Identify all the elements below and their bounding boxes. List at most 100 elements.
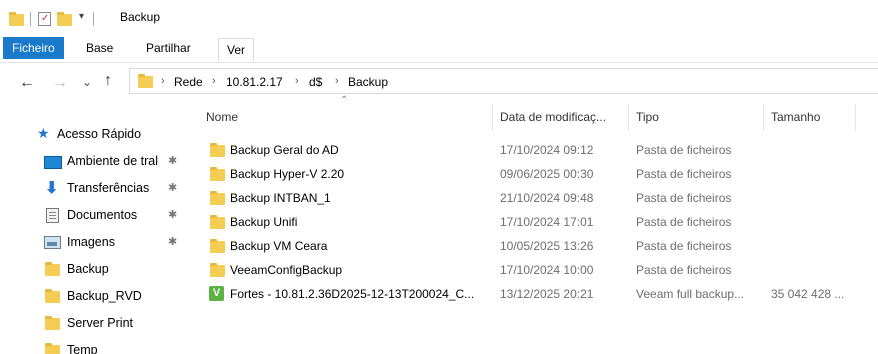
file-date: 17/10/2024 09:12 xyxy=(500,143,594,157)
back-arrow-icon[interactable]: ← xyxy=(19,74,35,92)
column-divider[interactable] xyxy=(855,104,856,131)
documents-icon xyxy=(46,208,59,223)
sidebar-item-backup[interactable]: Backup xyxy=(0,257,195,281)
sidebar-item-label: Ambiente de tral xyxy=(67,154,159,168)
table-row[interactable]: Backup Hyper-V 2.20 09/06/2025 00:30 Pas… xyxy=(205,162,865,186)
sidebar-item-label: Transferências xyxy=(67,181,150,195)
title-bar: ✓ ▾ Backup xyxy=(0,0,878,34)
folder-icon xyxy=(210,167,225,181)
sort-ascending-icon: ⌃ xyxy=(340,95,349,106)
tab-share[interactable]: Partilhar xyxy=(138,37,199,59)
file-date: 10/05/2025 13:26 xyxy=(500,239,594,253)
sidebar-item-label: Documentos xyxy=(67,208,138,222)
breadcrumb-separator-icon[interactable]: › xyxy=(295,75,299,87)
navigation-pane: ★ Acesso Rápido Ambiente de tral ✱ ⬇ Tra… xyxy=(0,96,195,354)
column-divider[interactable] xyxy=(628,104,629,131)
sidebar-item-label: Backup xyxy=(67,262,109,276)
breadcrumb-rede[interactable]: Rede xyxy=(174,75,203,89)
sidebar-item-quick-access[interactable]: ★ Acesso Rápido xyxy=(0,122,195,146)
tab-view[interactable]: Ver xyxy=(218,38,255,61)
pin-icon: ✱ xyxy=(168,182,178,194)
sidebar-item-label: Imagens xyxy=(67,235,115,249)
new-folder-icon[interactable] xyxy=(57,12,72,26)
forward-arrow-icon[interactable]: → xyxy=(52,74,68,92)
pin-icon: ✱ xyxy=(168,209,178,221)
file-type: Veeam full backup... xyxy=(636,287,745,301)
sidebar-item-backup-rvd[interactable]: Backup_RVD xyxy=(0,284,195,308)
file-name: Backup INTBAN_1 xyxy=(230,191,331,205)
folder-icon xyxy=(45,316,60,330)
sidebar-item-temp[interactable]: Temp xyxy=(0,338,195,354)
file-type: Pasta de ficheiros xyxy=(636,263,732,277)
table-row[interactable]: Backup Unifi 17/10/2024 17:01 Pasta de f… xyxy=(205,210,865,234)
folder-icon xyxy=(210,263,225,277)
up-arrow-icon[interactable]: ↑ xyxy=(104,72,112,90)
recent-locations-chevron-icon[interactable]: ⌄ xyxy=(82,75,92,89)
sidebar-item-label: Server Print xyxy=(67,316,133,330)
file-name: VeeamConfigBackup xyxy=(230,263,343,277)
file-date: 13/12/2025 20:21 xyxy=(500,287,594,301)
column-header-type[interactable]: Tipo xyxy=(636,110,659,124)
folder-icon xyxy=(210,239,225,253)
file-type: Pasta de ficheiros xyxy=(636,167,732,181)
file-date: 21/10/2024 09:48 xyxy=(500,191,594,205)
folder-icon xyxy=(45,343,60,354)
sidebar-item-server-print[interactable]: Server Print xyxy=(0,311,195,335)
window-title: Backup xyxy=(120,10,161,24)
sidebar-item-label: Temp xyxy=(67,343,98,354)
file-type: Pasta de ficheiros xyxy=(636,143,732,157)
folder-icon xyxy=(210,143,225,157)
sidebar-item-downloads[interactable]: ⬇ Transferências ✱ xyxy=(0,176,195,200)
folder-icon xyxy=(138,74,153,88)
file-date: 17/10/2024 10:00 xyxy=(500,263,594,277)
folder-icon xyxy=(9,12,24,26)
file-size: 35 042 428 ... xyxy=(771,287,845,301)
table-row[interactable]: VeeamConfigBackup 17/10/2024 10:00 Pasta… xyxy=(205,258,865,282)
file-type: Pasta de ficheiros xyxy=(636,239,732,253)
table-row[interactable]: Backup Geral do AD 17/10/2024 09:12 Past… xyxy=(205,138,865,162)
separator xyxy=(93,12,94,26)
column-divider[interactable] xyxy=(763,104,764,131)
table-row[interactable]: Backup INTBAN_1 21/10/2024 09:48 Pasta d… xyxy=(205,186,865,210)
sidebar-item-label: Backup_RVD xyxy=(67,289,142,303)
separator xyxy=(30,12,31,26)
sidebar-item-pictures[interactable]: Imagens ✱ xyxy=(0,230,195,254)
file-name: Backup VM Ceara xyxy=(230,239,328,253)
sidebar-item-documents[interactable]: Documentos ✱ xyxy=(0,203,195,227)
file-date: 17/10/2024 17:01 xyxy=(500,215,594,229)
file-type: Pasta de ficheiros xyxy=(636,191,732,205)
column-header-date[interactable]: Data de modificaç... xyxy=(500,110,606,124)
breadcrumb-separator-icon[interactable]: › xyxy=(161,75,165,87)
column-header-name[interactable]: Nome xyxy=(206,110,238,124)
folder-icon xyxy=(210,191,225,205)
column-header-size[interactable]: Tamanho xyxy=(771,110,820,124)
customize-toolbar-icon[interactable]: ▾ xyxy=(79,11,84,22)
table-row[interactable]: Backup VM Ceara 10/05/2025 13:26 Pasta d… xyxy=(205,234,865,258)
breadcrumb-separator-icon[interactable]: › xyxy=(335,75,339,87)
breadcrumb-separator-icon[interactable]: › xyxy=(212,75,216,87)
table-row[interactable]: V Fortes - 10.81.2.36D2025-12-13T200024_… xyxy=(205,282,865,306)
sidebar-item-label: Acesso Rápido xyxy=(57,127,142,141)
file-type: Pasta de ficheiros xyxy=(636,215,732,229)
address-bar[interactable]: › Rede › 10.81.2.17 › d$ › Backup xyxy=(129,68,878,94)
folder-icon xyxy=(210,215,225,229)
veeam-backup-icon: V xyxy=(209,286,224,301)
star-icon: ★ xyxy=(37,125,50,141)
download-icon: ⬇ xyxy=(45,180,59,197)
file-name: Backup Hyper-V 2.20 xyxy=(230,167,345,181)
breadcrumb-share[interactable]: d$ xyxy=(309,75,322,89)
breadcrumb-backup[interactable]: Backup xyxy=(348,75,388,89)
pictures-icon xyxy=(44,236,61,249)
column-divider[interactable] xyxy=(492,104,493,131)
sidebar-item-desktop[interactable]: Ambiente de tral ✱ xyxy=(0,149,195,173)
folder-icon xyxy=(45,289,60,303)
file-name: Backup Geral do AD xyxy=(230,143,339,157)
file-name: Backup Unifi xyxy=(230,215,298,229)
tab-home[interactable]: Base xyxy=(78,37,121,59)
file-name: Fortes - 10.81.2.36D2025-12-13T200024_C.… xyxy=(230,287,475,301)
properties-icon[interactable]: ✓ xyxy=(38,12,51,26)
pin-icon: ✱ xyxy=(168,155,178,167)
tab-file[interactable]: Ficheiro xyxy=(3,37,64,59)
breadcrumb-host[interactable]: 10.81.2.17 xyxy=(226,75,283,89)
pin-icon: ✱ xyxy=(168,236,178,248)
